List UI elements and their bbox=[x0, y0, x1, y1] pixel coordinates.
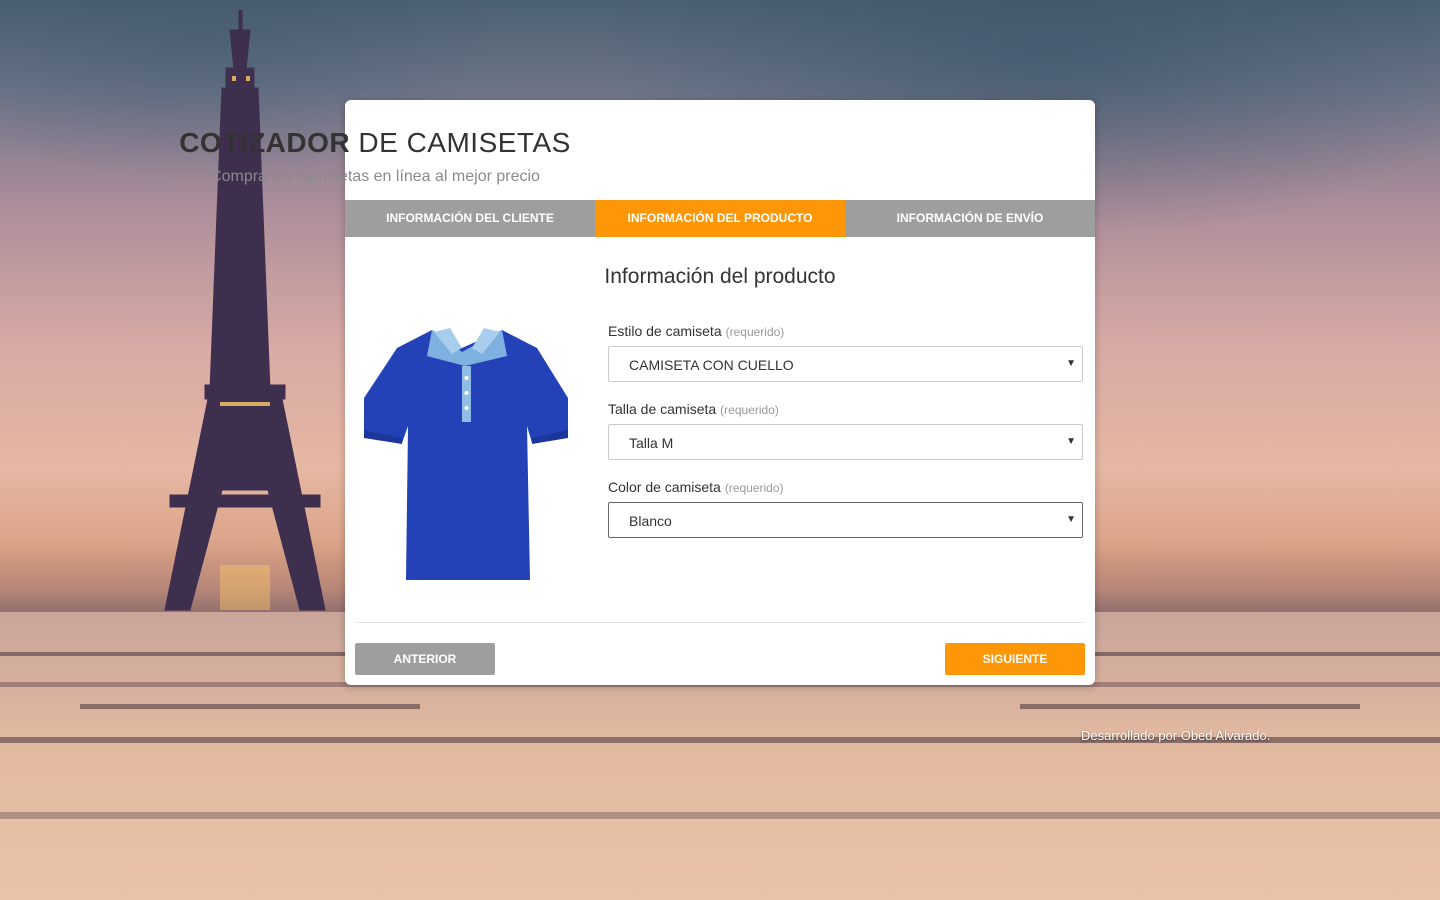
color-label: Color de camiseta (requerido) bbox=[608, 479, 784, 495]
color-select-value: Blanco bbox=[629, 513, 672, 529]
size-select[interactable]: Talla M ▼ bbox=[608, 424, 1083, 460]
divider bbox=[355, 622, 1085, 623]
size-label: Talla de camiseta (requerido) bbox=[608, 401, 779, 417]
color-select[interactable]: Blanco ▼ bbox=[608, 502, 1083, 538]
tab-product-info[interactable]: INFORMACIÓN DEL PRODUCTO bbox=[595, 200, 845, 237]
chevron-down-icon: ▼ bbox=[1066, 358, 1076, 369]
tab-shipping-info[interactable]: INFORMACIÓN DE ENVÍO bbox=[845, 200, 1095, 237]
required-hint: (requerido) bbox=[724, 481, 784, 495]
footer-credit: Desarrollado por Obed Alvarado. bbox=[1081, 728, 1271, 743]
style-select[interactable]: CAMISETA CON CUELLO ▼ bbox=[608, 346, 1083, 382]
section-title: Información del producto bbox=[604, 265, 836, 288]
tab-client-info[interactable]: INFORMACIÓN DEL CLIENTE bbox=[345, 200, 595, 237]
color-label-text: Color de camiseta bbox=[608, 479, 721, 495]
size-select-value: Talla M bbox=[629, 435, 674, 451]
style-label-text: Estilo de camiseta bbox=[608, 323, 722, 339]
page-title: COTIZADOR DE CAMISETAS bbox=[0, 127, 750, 159]
previous-button[interactable]: ANTERIOR bbox=[355, 643, 495, 675]
next-button[interactable]: SIGUIENTE bbox=[945, 643, 1085, 675]
chevron-down-icon: ▼ bbox=[1066, 436, 1076, 447]
page-subtitle: Compra tus camisetas en línea al mejor p… bbox=[210, 168, 540, 185]
size-label-text: Talla de camiseta bbox=[608, 401, 717, 417]
style-select-value: CAMISETA CON CUELLO bbox=[629, 357, 794, 373]
required-hint: (requerido) bbox=[720, 403, 779, 417]
wizard-tabs: INFORMACIÓN DEL CLIENTE INFORMACIÓN DEL … bbox=[345, 200, 1095, 237]
polo-shirt-image bbox=[364, 328, 568, 580]
required-hint: (requerido) bbox=[725, 325, 785, 339]
eiffel-tower-image bbox=[164, 10, 326, 611]
title-bold: COTIZADOR bbox=[179, 127, 351, 158]
chevron-down-icon: ▼ bbox=[1066, 514, 1076, 525]
title-rest: DE CAMISETAS bbox=[350, 127, 571, 158]
style-label: Estilo de camiseta (requerido) bbox=[608, 323, 784, 339]
